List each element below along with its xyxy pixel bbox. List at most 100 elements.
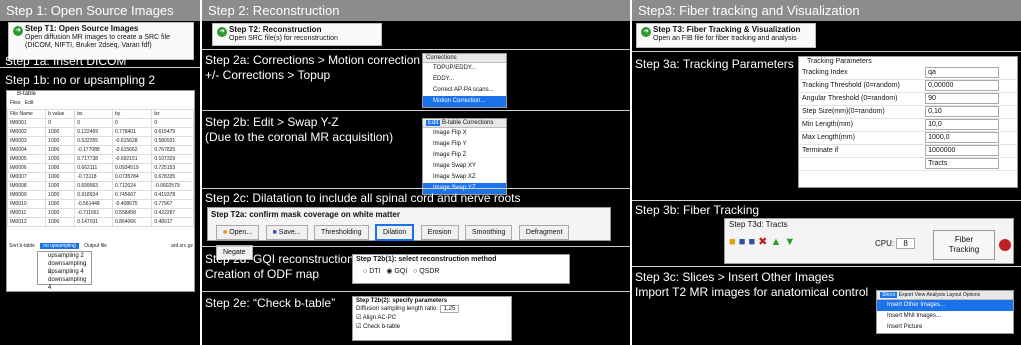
- t1-desc: Open diffusion MR images to create a SRC…: [25, 34, 170, 49]
- dti-radio[interactable]: ○ DTI: [363, 268, 380, 275]
- dsl-input[interactable]: 1,25: [439, 305, 460, 313]
- table-row[interactable]: IM0002 1000 0.122469 0.778401 0.615479: [6, 127, 194, 137]
- table-row[interactable]: IM0010 1000 -0.561448 -0.408675 0.77967: [6, 199, 194, 209]
- table-cell: 0.717738: [74, 154, 113, 164]
- save-all-icon[interactable]: ■: [748, 236, 755, 248]
- table-cell: 1000: [45, 163, 76, 173]
- divider: [632, 51, 1021, 52]
- menu-item-swap-xy[interactable]: Image Swap XY: [423, 161, 506, 172]
- menu-item-insert-other-images[interactable]: Insert Other Images...: [877, 300, 1013, 311]
- menu-item-topup-eddy[interactable]: TOPUP/EDDY...: [423, 63, 506, 74]
- table-cell: 0.745667: [111, 190, 153, 200]
- save-button[interactable]: ■ Save...: [265, 225, 308, 240]
- menu-item-flip-x[interactable]: Image Flip X: [423, 128, 506, 139]
- option-downsampling-2[interactable]: downsampling 2: [38, 260, 91, 275]
- arrow-right-icon: ➜: [13, 26, 23, 36]
- btable-grid: File Name b value bx by bz IM0001 0 0 0 0 IM0…: [6, 109, 194, 227]
- btable-menubar: Files Edit: [7, 100, 194, 109]
- menu-options[interactable]: Options: [963, 292, 980, 298]
- smoothing-button[interactable]: Smoothing: [464, 225, 513, 240]
- param-value-input[interactable]: 1000000: [925, 145, 1000, 156]
- corrections-menu-title[interactable]: Corrections: [423, 54, 506, 63]
- move-up-icon[interactable]: ▲: [770, 236, 781, 248]
- menu-corrections[interactable]: Corrections: [463, 120, 494, 126]
- delete-icon[interactable]: ✖: [758, 236, 767, 248]
- menu-files[interactable]: Files: [10, 100, 21, 106]
- cpu-input[interactable]: 8: [896, 238, 915, 249]
- menu-item-flip-z[interactable]: Image Flip Z: [423, 150, 506, 161]
- option-upsampling-2[interactable]: upsampling 2: [38, 252, 91, 260]
- option-downsampling-4[interactable]: downsampling 4: [38, 276, 91, 291]
- table-cell: 0.662111: [74, 163, 113, 173]
- t2-title: Step T2: Reconstruction: [229, 25, 322, 34]
- move-down-icon[interactable]: ▼: [784, 236, 795, 248]
- stop-icon[interactable]: [999, 239, 1011, 251]
- save-icon[interactable]: ■: [739, 236, 746, 248]
- menu-item-swap-xz[interactable]: Image Swap XZ: [423, 172, 506, 183]
- option-upsampling-4[interactable]: upsampling 4: [38, 268, 91, 276]
- defragment-button[interactable]: Defragment: [518, 225, 570, 240]
- menu-edit[interactable]: Edit: [426, 120, 441, 126]
- table-row[interactable]: IM0012 1000 0.147031 0.864066 0.48017: [6, 217, 194, 227]
- table-row[interactable]: IM0005 1000 0.717738 -0.692151 0.107329: [6, 154, 194, 164]
- menu-item-insert-picture[interactable]: Insert Picture: [877, 322, 1013, 333]
- menu-layout[interactable]: Layout: [946, 292, 961, 298]
- menu-item-insert-mni-images[interactable]: Insert MNI Images...: [877, 311, 1013, 322]
- menu-btable[interactable]: B-table: [442, 120, 461, 126]
- recon-method-radios: ○ DTI ◉ GQI ○ QSDR: [353, 264, 569, 278]
- menu-item-eddy[interactable]: EDDY...: [423, 74, 506, 85]
- sort-btable-checkbox[interactable]: Sort b-table: [9, 243, 35, 249]
- column-step2: Step 2: Reconstruction ➜ Step T2: Recons…: [202, 0, 630, 345]
- thresholding-button[interactable]: Thresholding: [314, 225, 369, 240]
- param-value-input[interactable]: qa: [925, 66, 1000, 78]
- divider: [632, 266, 1021, 267]
- param-value-input[interactable]: 1000,0: [925, 132, 1000, 143]
- menu-edit[interactable]: Edit: [25, 100, 34, 106]
- menu-export[interactable]: Export: [899, 292, 913, 298]
- folder-icon[interactable]: ■: [729, 236, 736, 248]
- dilation-button[interactable]: Dilation: [374, 224, 415, 241]
- erosion-button[interactable]: Erosion: [420, 225, 459, 240]
- table-row[interactable]: IM0009 1000 0.918924 0.745667 0.419378: [6, 190, 194, 200]
- param-value-input[interactable]: Tracts: [925, 158, 1000, 169]
- align-acpc-checkbox[interactable]: ☑ Align AC-PC: [353, 313, 511, 322]
- col-header: File Name: [6, 109, 47, 119]
- menu-view[interactable]: View: [915, 292, 926, 298]
- open-button[interactable]: ■ Open...: [216, 225, 260, 240]
- param-label: Terminate if: [799, 144, 923, 158]
- table-row[interactable]: IM0004 1000 -0.177088 -0.615662 0.767825: [6, 145, 194, 155]
- table-cell: IM0003: [6, 136, 47, 146]
- corrections-menu: Corrections TOPUP/EDDY... EDDY... Correc…: [422, 53, 507, 108]
- table-cell: 0.48017: [151, 217, 194, 227]
- fiber-tracking-button[interactable]: Fiber Tracking: [933, 230, 995, 260]
- gqi-radio[interactable]: ◉ GQI: [386, 268, 407, 275]
- param-value-input[interactable]: 90: [925, 93, 1000, 104]
- t3-fiber-tracking-button[interactable]: ➜ Step T3: Fiber Tracking & Visualizatio…: [636, 23, 816, 48]
- table-row[interactable]: IM0003 1000 0.532255 -0.615628 0.580931: [6, 136, 194, 146]
- qsdr-radio[interactable]: ○ QSDR: [413, 268, 439, 275]
- table-row[interactable]: IM0001 0 0 0 0: [6, 118, 194, 128]
- t2b1-title: Step T2b(1): select reconstruction metho…: [356, 256, 497, 263]
- param-value-cell: Tracts: [922, 157, 1017, 171]
- table-cell: IM0002: [6, 127, 47, 137]
- check-btable-checkbox[interactable]: ☑ Check b-table: [353, 322, 511, 331]
- table-row[interactable]: IM0008 1000 0.699563 0.712024 -0.0602579: [6, 181, 194, 191]
- t2-reconstruction-button[interactable]: ➜ Step T2: Reconstruction Open SRC file(…: [212, 23, 382, 46]
- menu-item-flip-y[interactable]: Image Flip Y: [423, 139, 506, 150]
- table-cell: 0.778401: [111, 127, 153, 137]
- table-cell: 0.767825: [151, 145, 194, 155]
- divider: [202, 246, 630, 247]
- param-value-input[interactable]: 0,00000: [925, 80, 1000, 91]
- table-row[interactable]: IM0011 1000 -0.711661 0.558458 0.422287: [6, 208, 194, 218]
- table-row[interactable]: IM0006 1000 0.662111 0.0934519 0.725153: [6, 163, 194, 173]
- t3d-title: Step T3d: Tracts: [729, 220, 788, 229]
- upsample-select[interactable]: no upsampling: [40, 243, 79, 249]
- col-header: bx: [74, 109, 113, 119]
- menu-slices[interactable]: Slices: [880, 292, 898, 298]
- menu-analysis[interactable]: Analysis: [926, 292, 945, 298]
- menu-item-correct-ap-pa[interactable]: Correct AP-PA scans...: [423, 85, 506, 96]
- param-value-input[interactable]: 0,10: [925, 106, 1000, 117]
- param-value-input[interactable]: 10,0: [925, 119, 1000, 130]
- table-row[interactable]: IM0007 1000 -0.73118 0.0735784 0.678335: [6, 172, 194, 182]
- menu-item-motion-correction[interactable]: Motion Correction...: [423, 96, 506, 107]
